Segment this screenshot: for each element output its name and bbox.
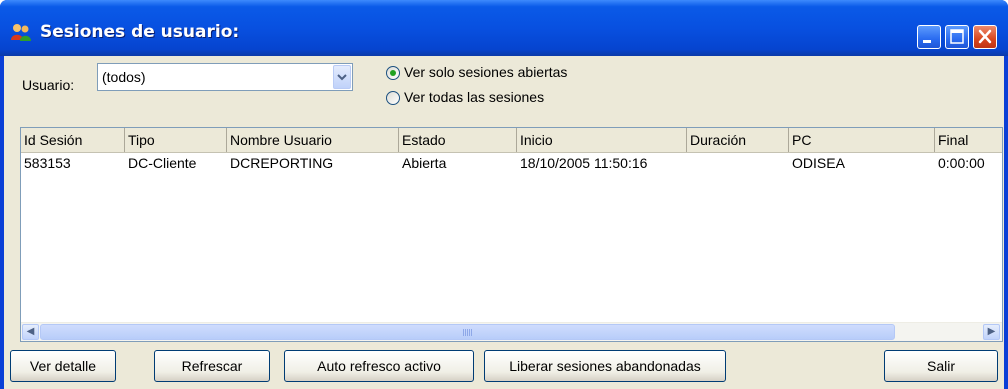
title-bar[interactable]: Sesiones de usuario:	[0, 0, 1008, 56]
close-icon	[978, 29, 992, 44]
window-title: Sesiones de usuario:	[40, 22, 240, 42]
user-select-value: (todos)	[102, 69, 146, 85]
horizontal-scrollbar[interactable]: ◀ ▶	[21, 322, 1002, 341]
column-header-start[interactable]: Inicio	[517, 128, 687, 152]
view-detail-button[interactable]: Ver detalle	[10, 350, 116, 382]
scroll-left-button[interactable]: ◀	[22, 324, 39, 340]
column-header-status[interactable]: Estado	[399, 128, 517, 152]
window-client-area: Usuario: (todos) Ver solo sesiones abier…	[4, 56, 1004, 389]
minimize-icon	[923, 40, 931, 43]
column-header-user-name[interactable]: Nombre Usuario	[227, 128, 399, 152]
maximize-button[interactable]	[945, 25, 969, 49]
radio-open-sessions[interactable]	[386, 66, 400, 80]
radio-open-sessions-label[interactable]: Ver solo sesiones abiertas	[404, 64, 567, 80]
radio-all-sessions-label[interactable]: Ver todas las sesiones	[404, 89, 544, 105]
sessions-table[interactable]: Id Sesión Tipo Nombre Usuario Estado Ini…	[20, 127, 1003, 342]
table-row[interactable]: 583153 DC-Cliente DCREPORTING Abierta 18…	[21, 152, 1002, 174]
release-abandoned-sessions-button[interactable]: Liberar sesiones abandonadas	[484, 350, 726, 382]
cell-end: 0:00:00	[938, 155, 985, 171]
cell-type: DC-Cliente	[128, 155, 197, 171]
scroll-grip-icon	[463, 329, 473, 336]
scroll-thumb[interactable]	[40, 324, 895, 340]
column-header-type[interactable]: Tipo	[125, 128, 227, 152]
radio-selected-dot	[390, 70, 396, 76]
minimize-button[interactable]	[917, 25, 941, 49]
user-select[interactable]: (todos)	[97, 63, 353, 91]
scroll-right-button[interactable]: ▶	[983, 324, 1000, 340]
radio-all-sessions[interactable]	[386, 91, 400, 105]
maximize-icon	[950, 29, 964, 44]
cell-id: 583153	[24, 155, 71, 171]
sessions-window: Sesiones de usuario: Usuario: (todos) Ve…	[0, 0, 1008, 389]
exit-button[interactable]: Salir	[884, 350, 998, 382]
cell-start: 18/10/2005 11:50:16	[520, 155, 648, 171]
close-button[interactable]	[973, 25, 997, 49]
cell-duration	[687, 152, 789, 174]
column-header-end[interactable]: Final	[935, 128, 1002, 152]
auto-refresh-button[interactable]: Auto refresco activo	[284, 350, 474, 382]
cell-status: Abierta	[402, 155, 447, 171]
cell-user-name: DCREPORTING	[230, 155, 334, 171]
user-label: Usuario:	[22, 77, 75, 93]
refresh-button[interactable]: Refrescar	[154, 350, 270, 382]
chevron-down-icon	[337, 74, 347, 81]
column-header-pc[interactable]: PC	[789, 128, 935, 152]
cell-pc: ODISEA	[792, 155, 845, 171]
column-header-duration[interactable]: Duración	[687, 128, 789, 152]
table-header: Id Sesión Tipo Nombre Usuario Estado Ini…	[21, 128, 1002, 153]
users-icon	[11, 24, 31, 41]
dropdown-button[interactable]	[333, 65, 351, 89]
column-header-id[interactable]: Id Sesión	[21, 128, 125, 152]
